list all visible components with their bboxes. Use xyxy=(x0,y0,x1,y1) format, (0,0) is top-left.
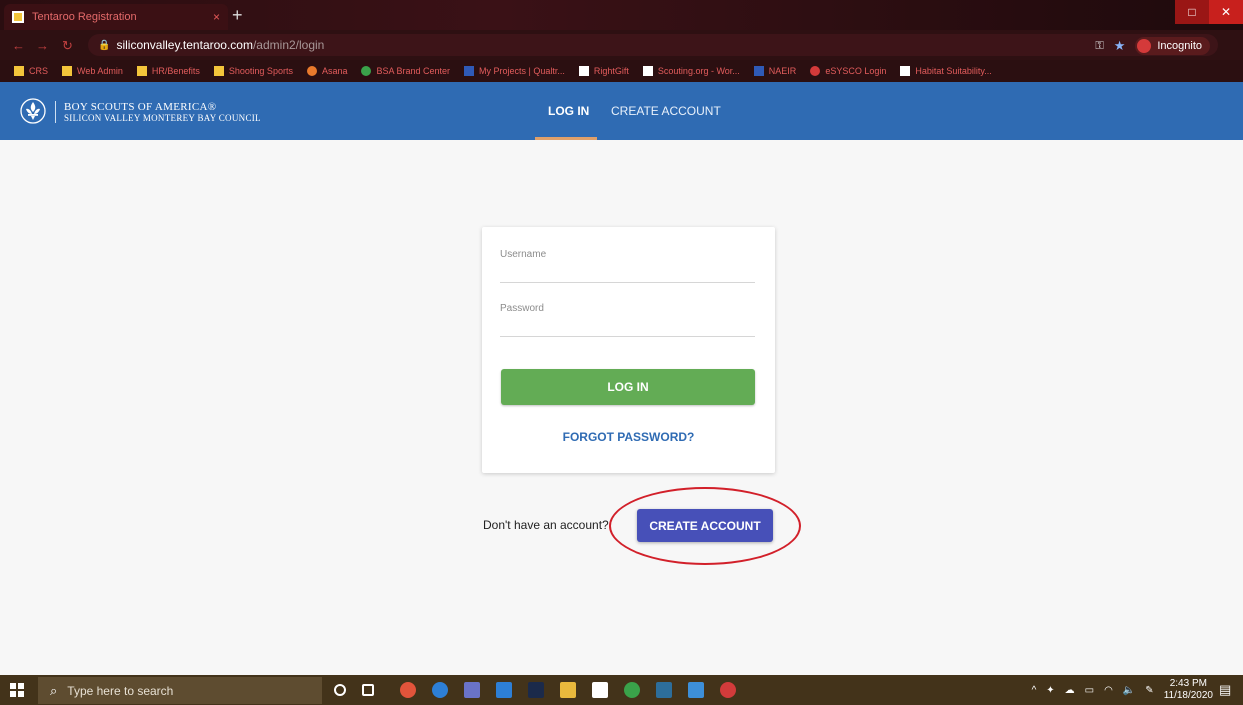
bookmark-item[interactable]: Habitat Suitability... xyxy=(900,66,992,76)
dropbox-icon[interactable]: ✦ xyxy=(1046,685,1054,696)
tab-log-in[interactable]: LOG IN xyxy=(548,82,589,140)
browser-toolbar: ← → ↻ 🔒 siliconvalley.tentaroo.com /admi… xyxy=(0,30,1243,60)
onedrive-icon[interactable]: ☁ xyxy=(1065,685,1075,696)
window-close-button[interactable]: ✕ xyxy=(1209,0,1243,24)
asana-icon xyxy=(306,66,317,76)
bookmark-item[interactable]: Asana xyxy=(306,66,347,76)
outlook-icon[interactable] xyxy=(496,682,512,698)
bookmark-item[interactable]: HR/Benefits xyxy=(136,66,200,76)
naeir-icon xyxy=(753,66,764,76)
folder-icon xyxy=(213,66,224,76)
app-red-icon[interactable] xyxy=(720,682,736,698)
tab-close-icon[interactable]: × xyxy=(213,10,220,24)
incognito-label: Incognito xyxy=(1157,40,1202,52)
bookmark-star-icon[interactable]: ★ xyxy=(1114,38,1126,54)
tab-create-account[interactable]: CREATE ACCOUNT xyxy=(611,82,721,140)
cortana-icon[interactable] xyxy=(334,684,346,696)
clock-date: 11/18/2020 xyxy=(1163,690,1213,701)
window-maximize-button[interactable]: □ xyxy=(1175,0,1209,24)
key-icon[interactable]: ⚿ xyxy=(1095,40,1103,53)
app-icon[interactable] xyxy=(528,682,544,698)
login-button[interactable]: LOG IN xyxy=(501,369,755,405)
create-account-button[interactable]: CREATE ACCOUNT xyxy=(637,509,773,542)
bookmark-item[interactable]: Shooting Sports xyxy=(213,66,293,76)
edge-icon[interactable] xyxy=(432,682,448,698)
back-arrow-icon[interactable]: ← xyxy=(12,38,25,53)
taskbar-clock[interactable]: 2:43 PM 11/18/2020 xyxy=(1164,678,1213,702)
council-name: BOY SCOUTS OF AMERICA® SILICON VALLEY MO… xyxy=(55,101,261,123)
fleur-de-lis-logo-icon[interactable] xyxy=(20,98,46,124)
folder-icon xyxy=(62,66,73,76)
active-tab-indicator xyxy=(535,137,597,140)
address-bar[interactable]: 🔒 siliconvalley.tentaroo.com /admin2/log… xyxy=(88,34,1218,56)
file-explorer-icon[interactable] xyxy=(560,682,576,698)
calculator-icon[interactable] xyxy=(656,682,672,698)
gift-icon xyxy=(578,66,589,76)
forward-arrow-icon[interactable]: → xyxy=(36,38,49,53)
browser-tab-strip: Tentaroo Registration × + — □ ✕ xyxy=(0,0,1243,30)
taskbar-search-box[interactable]: ⌕ Type here to search xyxy=(38,677,322,704)
password-input[interactable] xyxy=(500,320,755,334)
folder-icon xyxy=(14,66,24,76)
mail-icon[interactable] xyxy=(688,682,704,698)
sync-icon[interactable] xyxy=(624,682,640,698)
sysco-icon xyxy=(810,66,821,76)
username-field[interactable]: Username xyxy=(500,247,755,283)
bookmark-item[interactable]: eSYSCO Login xyxy=(810,66,886,76)
chevron-up-icon[interactable]: ^ xyxy=(1032,685,1037,696)
password-field[interactable]: Password xyxy=(500,301,755,337)
org-title: BOY SCOUTS OF AMERICA® xyxy=(64,101,217,113)
incognito-icon xyxy=(1137,39,1152,53)
bookmarks-bar: CRS Web Admin HR/Benefits Shooting Sport… xyxy=(0,60,1243,82)
username-label: Username xyxy=(500,249,547,260)
bookmark-item[interactable]: Web Admin xyxy=(62,66,123,76)
folder-icon xyxy=(136,66,147,76)
council-subtitle: SILICON VALLEY MONTEREY BAY COUNCIL xyxy=(64,113,261,123)
forgot-password-link[interactable]: FORGOT PASSWORD? xyxy=(482,430,775,444)
xm-icon xyxy=(464,66,475,76)
password-label: Password xyxy=(500,303,544,314)
battery-icon[interactable]: ▭ xyxy=(1085,685,1094,696)
site-header: BOY SCOUTS OF AMERICA® SILICON VALLEY MO… xyxy=(0,82,1243,140)
pen-icon[interactable]: ✎ xyxy=(1145,685,1153,696)
system-tray: ^ ✦ ☁ ▭ ◠ 🔈 ✎ 2:43 PM 11/18/2020 xyxy=(1032,678,1213,702)
teams-icon[interactable] xyxy=(464,682,480,698)
incognito-badge[interactable]: Incognito xyxy=(1135,37,1210,55)
habitat-icon xyxy=(900,66,911,76)
tentaroo-favicon-icon xyxy=(12,11,24,23)
url-host: siliconvalley.tentaroo.com xyxy=(116,38,253,52)
bookmark-item[interactable]: My Projects | Qualtr... xyxy=(464,66,565,76)
globe-icon xyxy=(361,66,372,76)
no-account-text: Don't have an account? xyxy=(483,518,609,532)
wifi-icon[interactable]: ◠ xyxy=(1104,685,1113,696)
bookmark-item[interactable]: Scouting.org - Wor... xyxy=(642,66,740,76)
bookmark-item[interactable]: RightGift xyxy=(578,66,629,76)
bookmark-item[interactable]: NAEIR xyxy=(753,66,796,76)
bookmark-item[interactable]: CRS xyxy=(14,66,48,76)
bookmark-item[interactable]: BSA Brand Center xyxy=(361,66,450,76)
task-view-icon[interactable] xyxy=(362,684,374,696)
reload-icon[interactable]: ↻ xyxy=(62,38,73,54)
lock-icon: 🔒 xyxy=(98,39,111,51)
tab-title: Tentaroo Registration xyxy=(32,11,137,23)
browser-tab[interactable]: Tentaroo Registration × xyxy=(4,4,228,30)
url-path: /admin2/login xyxy=(252,38,325,52)
windows-start-icon[interactable] xyxy=(10,683,24,697)
windows-taskbar: ⌕ Type here to search ^ ✦ ☁ ▭ ◠ 🔈 ✎ 2:43… xyxy=(0,675,1243,705)
login-card: Username Password LOG IN FORGOT PASSWORD… xyxy=(482,227,775,473)
new-tab-button[interactable]: + xyxy=(232,6,243,24)
volume-icon[interactable]: 🔈 xyxy=(1123,685,1135,696)
search-icon: ⌕ xyxy=(50,682,58,698)
scouting-icon xyxy=(642,66,653,76)
notification-icon[interactable]: ▤ xyxy=(1219,682,1235,698)
chrome-icon[interactable] xyxy=(400,682,416,698)
notepad-icon[interactable] xyxy=(592,682,608,698)
username-input[interactable] xyxy=(500,266,755,280)
search-placeholder: Type here to search xyxy=(67,683,174,698)
clock-time: 2:43 PM xyxy=(1169,678,1207,689)
